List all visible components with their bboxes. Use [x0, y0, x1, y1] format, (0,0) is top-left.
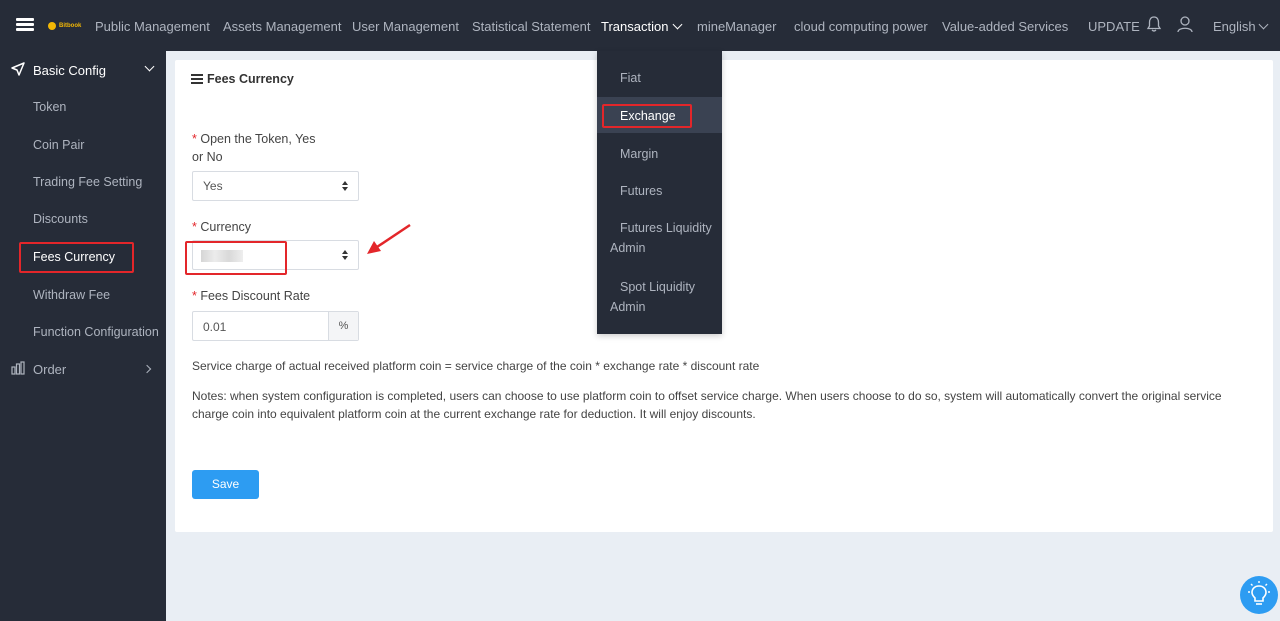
page-title: Fees Currency	[191, 72, 294, 86]
top-navbar: Bitbook Public Management Assets Managem…	[0, 0, 1280, 51]
sidebar-group-basic-config[interactable]: Basic Config	[0, 51, 166, 88]
menu-item-margin[interactable]: Margin	[620, 144, 658, 164]
bell-icon[interactable]	[1145, 15, 1163, 33]
notes-text: Notes: when system configuration is comp…	[192, 389, 1222, 421]
menu-item-spot-liquidity-admin[interactable]: Spot Liquidity Admin	[610, 277, 715, 317]
nav-transaction-label: Transaction	[601, 19, 669, 34]
chevron-right-icon	[142, 364, 152, 374]
open-token-label: * Open the Token, Yes or No	[192, 132, 316, 164]
nav-cloud-computing-power[interactable]: cloud computing power	[794, 19, 928, 34]
sidebar-order-label: Order	[33, 362, 67, 377]
menu-item-futures-liquidity-admin[interactable]: Futures Liquidity Admin	[610, 218, 715, 258]
highlight-box	[602, 104, 692, 128]
sidebar-group-label: Basic Config	[33, 63, 106, 78]
language-selector[interactable]: English	[1213, 19, 1269, 34]
percent-addon: %	[328, 312, 358, 340]
user-icon[interactable]	[1176, 15, 1194, 33]
open-token-select[interactable]: Yes	[192, 171, 359, 201]
nav-minemanager[interactable]: mineManager	[697, 19, 777, 34]
page-title-text: Fees Currency	[207, 72, 294, 86]
menu-toggle-icon[interactable]	[16, 18, 34, 32]
highlight-box	[19, 242, 134, 273]
nav-statistical-statement[interactable]: Statistical Statement	[472, 19, 591, 34]
save-button[interactable]: Save	[192, 470, 259, 499]
chevron-down-icon	[672, 19, 683, 30]
logo[interactable]: Bitbook	[48, 22, 81, 30]
menu-item-fiat[interactable]: Fiat	[620, 68, 641, 88]
sort-arrows-icon	[342, 250, 348, 260]
nav-value-added-services[interactable]: Value-added Services	[942, 19, 1068, 34]
chevron-down-icon	[144, 61, 155, 72]
currency-label: * Currency	[192, 220, 252, 234]
sidebar-item-function-configuration[interactable]: Function Configuration	[33, 325, 159, 339]
discount-rate-input[interactable]: 0.01 %	[192, 311, 359, 341]
sidebar-item-discounts[interactable]: Discounts	[33, 212, 88, 226]
help-button[interactable]	[1240, 576, 1278, 614]
sidebar-group-order[interactable]: Order	[0, 360, 166, 380]
sort-arrows-icon	[342, 181, 348, 191]
highlight-box	[185, 241, 287, 275]
nav-public-management[interactable]: Public Management	[95, 19, 210, 34]
chevron-down-icon	[1258, 19, 1269, 30]
nav-transaction[interactable]: Transaction	[601, 19, 683, 34]
bar-chart-icon	[11, 361, 25, 375]
annotation-arrow-icon	[367, 223, 411, 254]
sidebar-item-coin-pair[interactable]: Coin Pair	[33, 138, 84, 152]
language-label: English	[1213, 19, 1256, 34]
menu-item-futures[interactable]: Futures	[620, 181, 662, 201]
discount-rate-label: * Fees Discount Rate	[192, 289, 311, 303]
sidebar-item-token[interactable]: Token	[33, 100, 66, 114]
lightbulb-icon	[1248, 581, 1270, 605]
open-token-value: Yes	[203, 179, 223, 193]
nav-user-management[interactable]: User Management	[352, 19, 459, 34]
discount-rate-value: 0.01	[203, 320, 227, 334]
send-icon	[11, 62, 25, 76]
update-button[interactable]: UPDATE	[1088, 19, 1140, 34]
list-icon	[191, 74, 203, 84]
transaction-dropdown-menu: Fiat Exchange Margin Futures Futures Liq…	[597, 51, 722, 334]
nav-assets-management[interactable]: Assets Management	[223, 19, 342, 34]
formula-text: Service charge of actual received platfo…	[192, 359, 760, 373]
sidebar-item-withdraw-fee[interactable]: Withdraw Fee	[33, 288, 110, 302]
sidebar-item-trading-fee-setting[interactable]: Trading Fee Setting	[33, 175, 142, 189]
sidebar: Basic Config Token Coin Pair Trading Fee…	[0, 51, 166, 621]
main-card: Fees Currency * Open the Token, Yes or N…	[175, 60, 1273, 532]
